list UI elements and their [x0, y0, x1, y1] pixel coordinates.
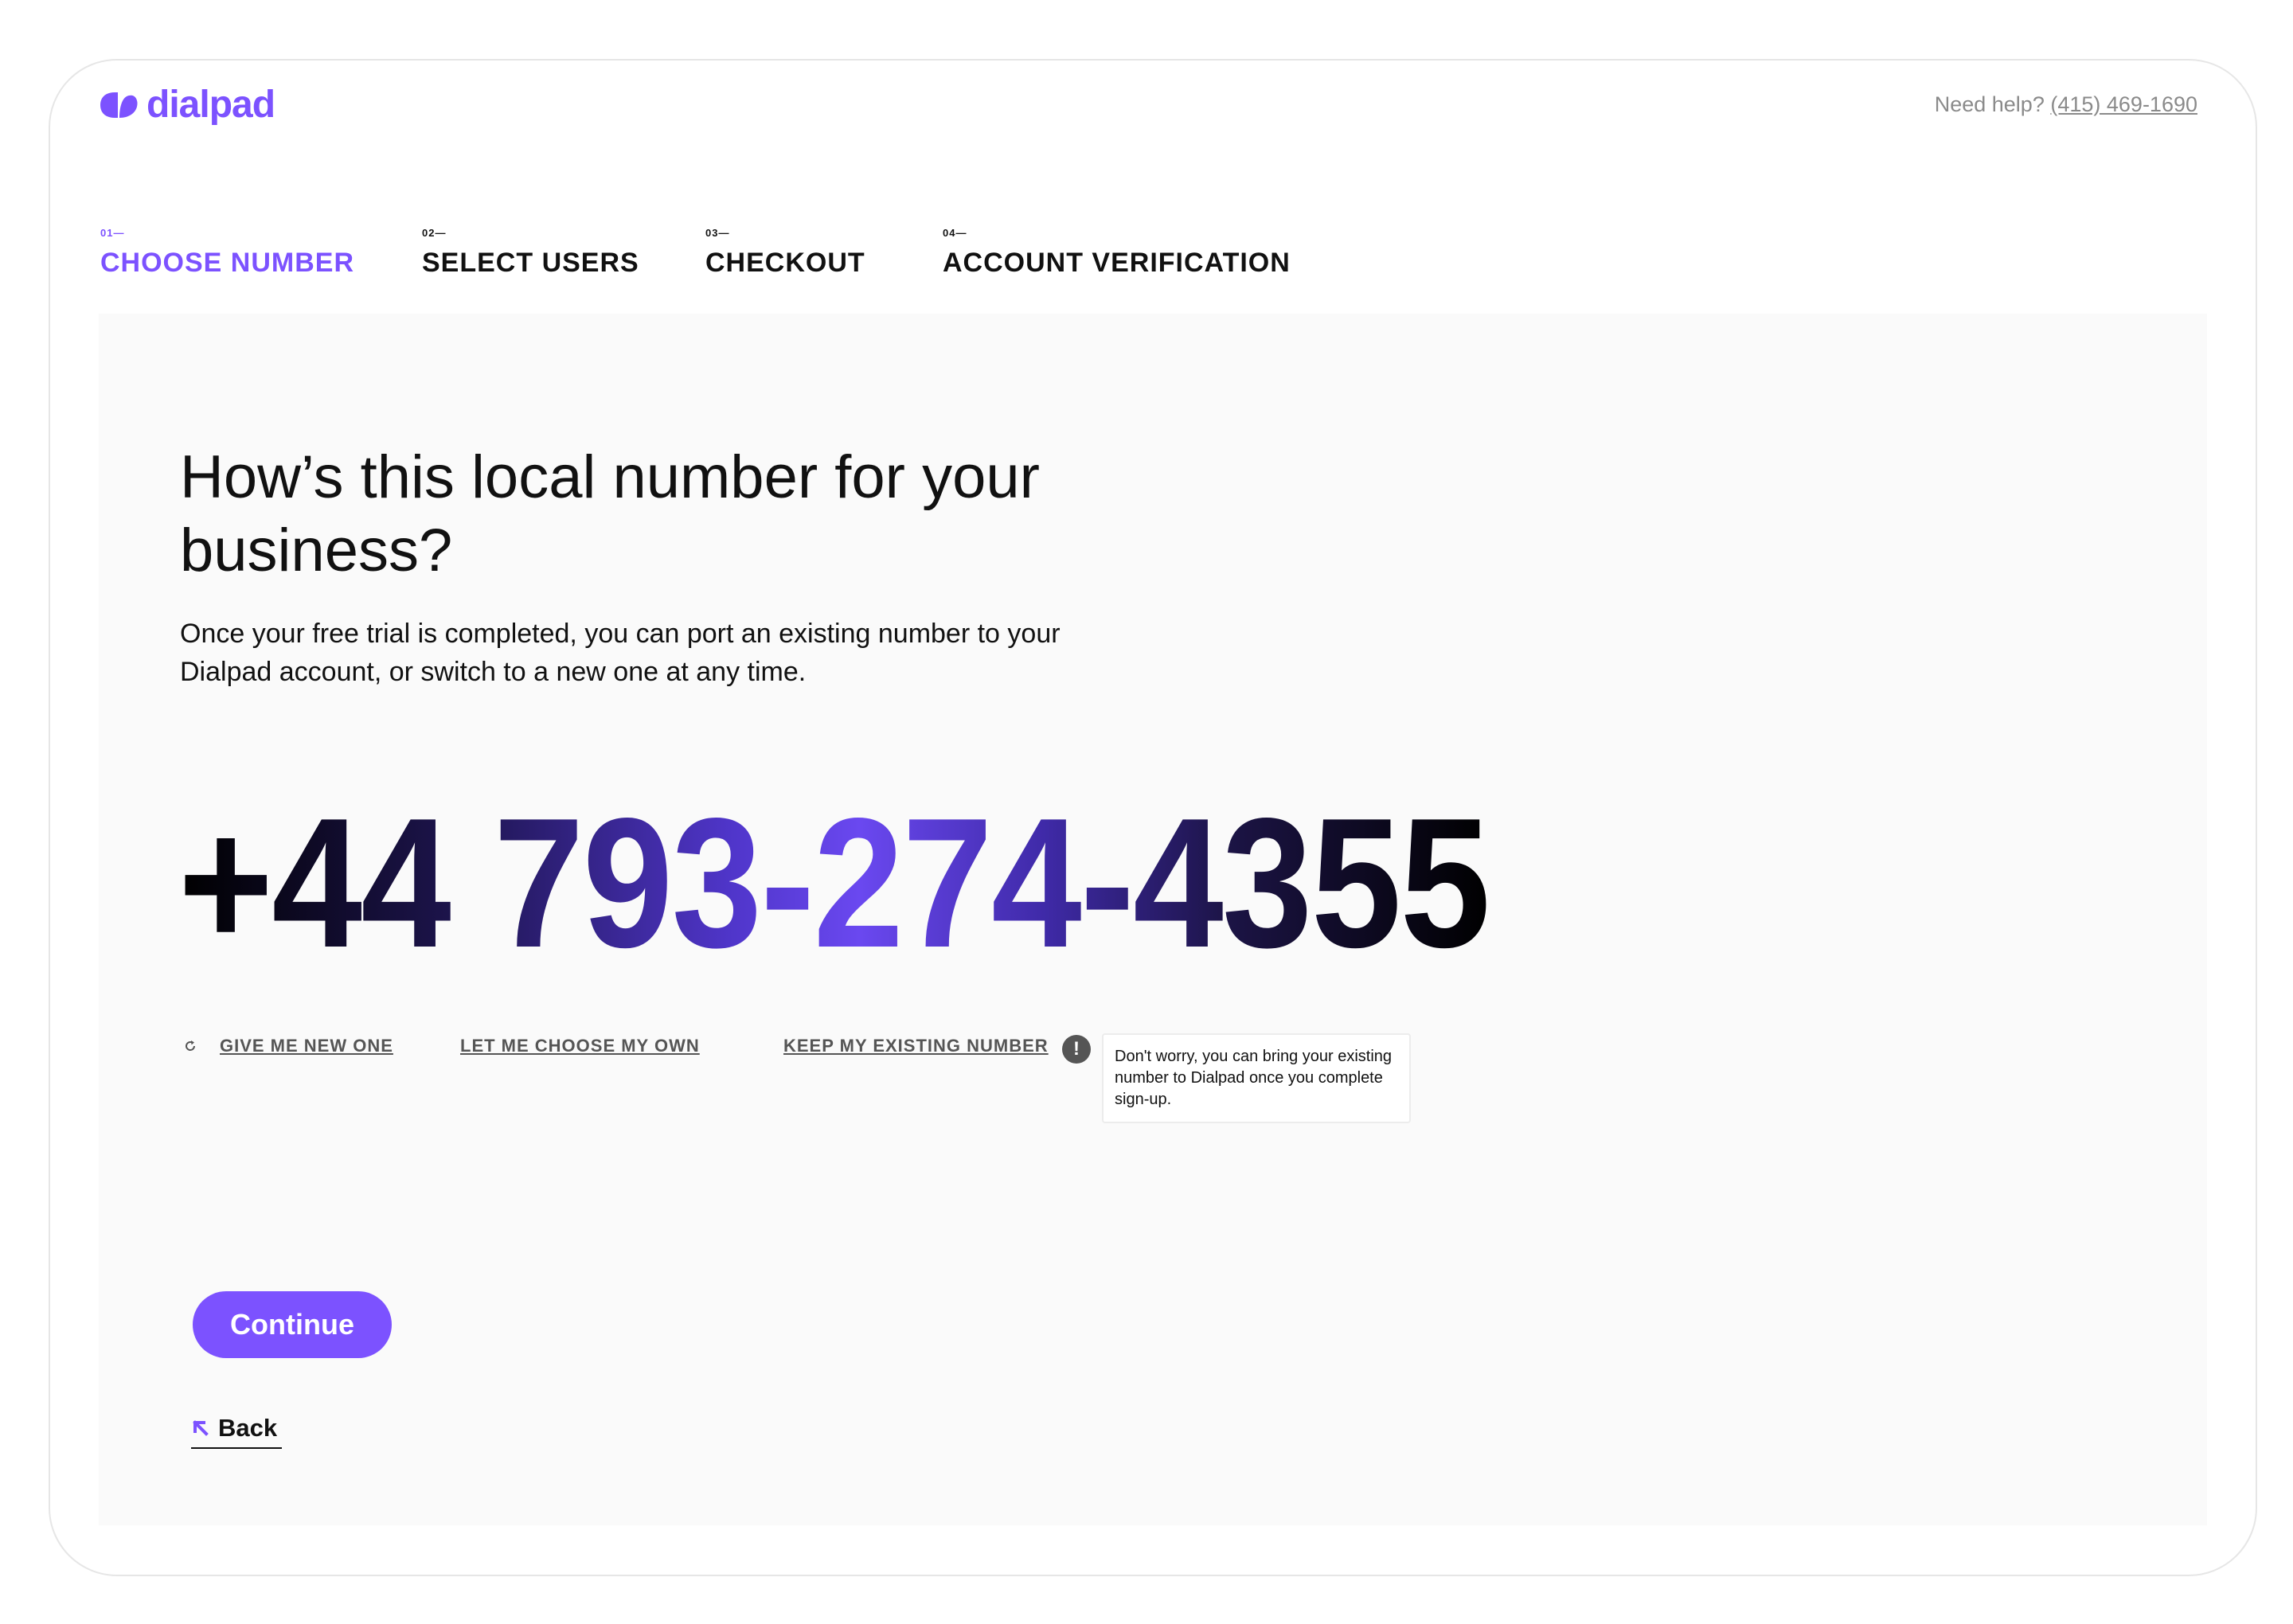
- continue-button[interactable]: Continue: [193, 1291, 392, 1358]
- help-prefix: Need help?: [1934, 92, 2045, 116]
- arrow-up-left-icon: [193, 1420, 209, 1436]
- refresh-icon: [186, 1040, 196, 1051]
- step-label: SELECT USERS: [422, 248, 639, 278]
- help-phone-link[interactable]: (415) 469-1690: [2050, 92, 2197, 116]
- give-new-number-link[interactable]: GIVE ME NEW ONE: [220, 1034, 393, 1058]
- dialpad-logo-icon: [100, 92, 138, 118]
- step-account-verification[interactable]: 04— ACCOUNT VERIFICATION: [943, 226, 1291, 279]
- back-link[interactable]: Back: [191, 1409, 282, 1449]
- step-label: CHECKOUT: [705, 248, 865, 278]
- dialpad-logo[interactable]: dialpad: [99, 83, 275, 127]
- choose-own-number-link[interactable]: LET ME CHOOSE MY OWN: [460, 1034, 700, 1058]
- step-number: 03—: [705, 227, 730, 239]
- back-label: Back: [218, 1414, 278, 1442]
- content-panel: How’s this local number for your busines…: [99, 314, 2207, 1525]
- help-contact: Need help? (415) 469-1690: [1935, 92, 2197, 117]
- keep-number-tooltip: Don't worry, you can bring your existing…: [1102, 1033, 1411, 1123]
- page-title: How’s this local number for your busines…: [180, 443, 1040, 584]
- phone-number-display: +44 793-274-4355: [178, 780, 1490, 986]
- info-icon[interactable]: !: [1062, 1035, 1091, 1064]
- step-number: 04—: [943, 227, 967, 239]
- keep-existing-number-link[interactable]: KEEP MY EXISTING NUMBER: [783, 1034, 1049, 1058]
- step-checkout[interactable]: 03— CHECKOUT: [705, 226, 865, 279]
- brand-name: dialpad: [146, 84, 275, 126]
- page-description: Once your free trial is completed, you c…: [180, 619, 1061, 687]
- step-number: 02—: [422, 227, 447, 239]
- step-label: ACCOUNT VERIFICATION: [943, 248, 1291, 278]
- step-choose-number[interactable]: 01— CHOOSE NUMBER: [100, 226, 354, 279]
- step-select-users[interactable]: 02— SELECT USERS: [422, 226, 639, 279]
- step-number: 01—: [100, 227, 125, 239]
- step-label: CHOOSE NUMBER: [100, 248, 355, 278]
